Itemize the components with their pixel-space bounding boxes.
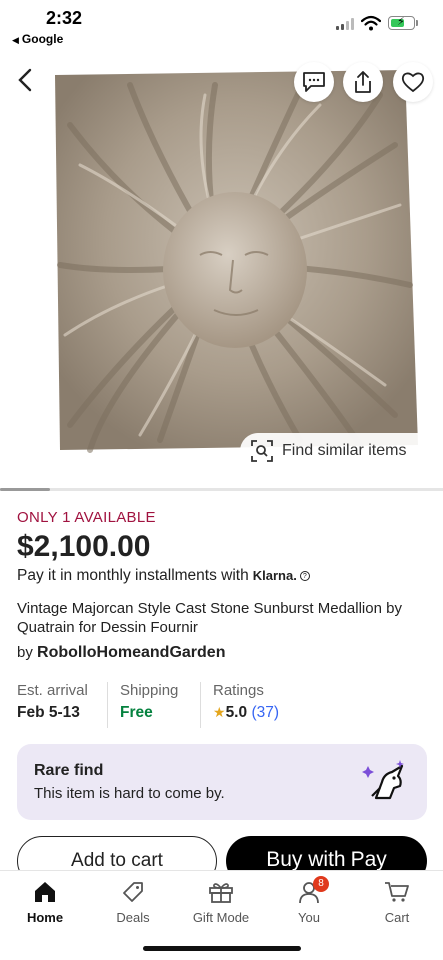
rare-find-banner: Rare find This item is hard to come by.	[17, 744, 427, 820]
image-search-icon	[251, 440, 273, 462]
wifi-icon	[361, 15, 381, 31]
stat-ratings[interactable]: Ratings ★5.0 (37)	[200, 682, 279, 728]
nav-deals[interactable]: Deals	[93, 879, 173, 925]
find-similar-button[interactable]: Find similar items	[240, 433, 425, 469]
notification-badge: 8	[313, 876, 329, 892]
gift-icon	[209, 883, 233, 903]
back-app-label: Google	[21, 32, 64, 46]
pay-label: Pay	[350, 848, 387, 871]
stat-shipping[interactable]: Shipping Free	[107, 682, 178, 728]
listing-title: Vintage Majorcan Style Cast Stone Sunbur…	[17, 600, 402, 636]
installments-text: Pay it in monthly installments with	[17, 567, 249, 584]
back-to-app-link[interactable]: ◀ Google	[12, 32, 63, 46]
price: $2,100.00	[17, 530, 151, 563]
rare-find-heading: Rare find	[34, 762, 104, 779]
nav-you[interactable]: 8 You	[269, 876, 349, 925]
product-image	[55, 70, 418, 453]
unicorn-icon	[362, 760, 404, 800]
nav-gift-mode[interactable]: Gift Mode	[181, 879, 261, 925]
buy-with-label: Buy with	[266, 848, 346, 871]
share-icon	[355, 71, 371, 93]
shipping-label: Shipping	[120, 682, 179, 699]
status-bar: 2:32 ◀ Google ⚡	[0, 0, 443, 52]
share-button[interactable]	[343, 62, 383, 102]
shipping-value: Free	[120, 704, 153, 721]
find-similar-label: Find similar items	[282, 442, 407, 459]
chevron-left-icon	[18, 68, 32, 92]
heart-icon	[401, 72, 425, 93]
image-carousel-track	[0, 488, 443, 491]
nav-you-label: You	[298, 910, 320, 925]
seller-info[interactable]: by RobolloHomeandGarden	[17, 644, 225, 662]
info-icon[interactable]: ?	[299, 571, 310, 581]
image-carousel-indicator	[0, 488, 50, 491]
tag-icon	[123, 882, 143, 902]
nav-home[interactable]: Home	[5, 879, 85, 925]
signal-icon	[336, 18, 356, 30]
cart-icon	[385, 882, 409, 902]
chat-icon	[303, 72, 325, 92]
favorite-button[interactable]	[393, 62, 433, 102]
product-image-gallery[interactable]: Find similar items	[0, 55, 443, 475]
klarna-logo: Klarna.	[252, 568, 297, 583]
home-indicator[interactable]	[143, 946, 301, 951]
seller-name[interactable]: RobolloHomeandGarden	[37, 644, 225, 661]
installments-link[interactable]: Pay it in monthly installments with Klarn…	[17, 567, 310, 585]
star-icon: ★	[213, 704, 226, 720]
arrival-value: Feb 5-13	[17, 704, 80, 721]
rating-count[interactable]: (37)	[251, 704, 279, 721]
arrival-label: Est. arrival	[17, 682, 88, 699]
rare-find-description: This item is hard to come by.	[34, 785, 225, 802]
listing-stats: Est. arrival Feb 5-13 Shipping Free Rati…	[17, 682, 427, 728]
back-triangle-icon: ◀	[12, 35, 19, 45]
home-icon	[35, 882, 55, 902]
nav-cart[interactable]: Cart	[357, 879, 437, 925]
status-time: 2:32	[46, 8, 83, 28]
message-seller-button[interactable]	[294, 62, 334, 102]
nav-deals-label: Deals	[116, 910, 150, 925]
nav-gift-mode-label: Gift Mode	[192, 910, 250, 925]
back-button[interactable]	[10, 65, 40, 95]
availability-label: ONLY 1 AVAILABLE	[17, 509, 156, 526]
stat-arrival: Est. arrival Feb 5-13	[17, 682, 88, 728]
battery-icon: ⚡	[388, 16, 415, 30]
nav-cart-label: Cart	[384, 910, 410, 925]
ratings-label: Ratings	[213, 682, 264, 699]
nav-home-label: Home	[26, 910, 64, 925]
seller-prefix: by	[17, 644, 33, 661]
rating-value: 5.0	[225, 704, 248, 721]
